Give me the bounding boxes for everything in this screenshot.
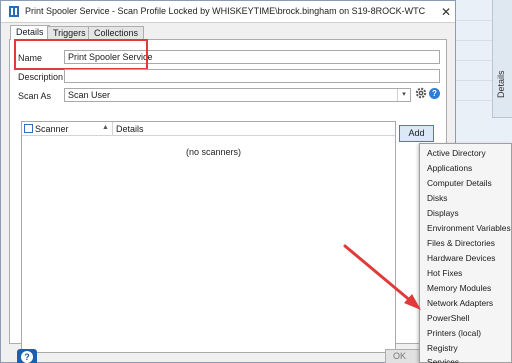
list-header: Scanner ▲ Details [22, 122, 395, 136]
menu-item-active-directory[interactable]: Active Directory [420, 145, 512, 161]
menu-item-disks[interactable]: Disks [420, 190, 512, 206]
scan-as-label: Scan As [18, 91, 52, 101]
add-scanner-menu: Active Directory Applications Computer D… [419, 143, 512, 363]
column-header-details[interactable]: Details [116, 124, 144, 134]
menu-item-environment-variables[interactable]: Environment Variables [420, 220, 512, 236]
scan-as-select[interactable]: Scan User ▾ [64, 88, 411, 102]
scanners-list[interactable]: Scanner ▲ Details (no scanners) [21, 121, 396, 353]
menu-item-hardware-devices[interactable]: Hardware Devices [420, 250, 512, 266]
menu-item-computer-details[interactable]: Computer Details [420, 175, 512, 191]
sort-arrow-icon: ▲ [102, 124, 109, 131]
column-header-scanner[interactable]: Scanner [35, 124, 69, 134]
menu-item-applications[interactable]: Applications [420, 160, 512, 176]
help-icon: ? [21, 351, 33, 363]
menu-item-powershell[interactable]: PowerShell [420, 310, 512, 326]
app-icon [9, 6, 19, 17]
menu-item-files-directories[interactable]: Files & Directories [420, 235, 512, 251]
gear-icon[interactable] [415, 87, 427, 99]
side-panel-tab[interactable]: Details [492, 0, 512, 118]
checkbox-icon[interactable] [24, 124, 33, 133]
title-bar: Print Spooler Service - Scan Profile Loc… [1, 1, 455, 23]
help-button[interactable]: ? [17, 349, 37, 363]
column-divider[interactable] [112, 122, 113, 136]
tab-details[interactable]: Details [10, 25, 50, 40]
menu-item-services[interactable]: Services [420, 354, 512, 363]
description-field[interactable] [64, 69, 440, 83]
close-icon[interactable]: ✕ [437, 3, 455, 21]
add-button[interactable]: Add [399, 125, 434, 142]
menu-item-network-adapters[interactable]: Network Adapters [420, 295, 512, 311]
empty-list-message: (no scanners) [186, 147, 242, 157]
side-panel-tab-label: Details [496, 70, 506, 98]
name-highlight-box [14, 39, 148, 70]
tab-collections[interactable]: Collections [88, 26, 145, 40]
window-title: Print Spooler Service - Scan Profile Loc… [25, 6, 426, 16]
description-label: Description [18, 72, 64, 82]
scan-profile-window: Print Spooler Service - Scan Profile Loc… [0, 0, 456, 363]
menu-item-memory-modules[interactable]: Memory Modules [420, 280, 512, 296]
menu-item-printers-local[interactable]: Printers (local) [420, 325, 512, 341]
menu-item-hot-fixes[interactable]: Hot Fixes [420, 265, 512, 281]
help-icon[interactable]: ? [429, 88, 440, 99]
chevron-down-icon[interactable]: ▾ [397, 89, 410, 101]
scan-as-value: Scan User [68, 90, 111, 100]
tab-triggers[interactable]: Triggers [47, 26, 92, 40]
menu-item-displays[interactable]: Displays [420, 205, 512, 221]
